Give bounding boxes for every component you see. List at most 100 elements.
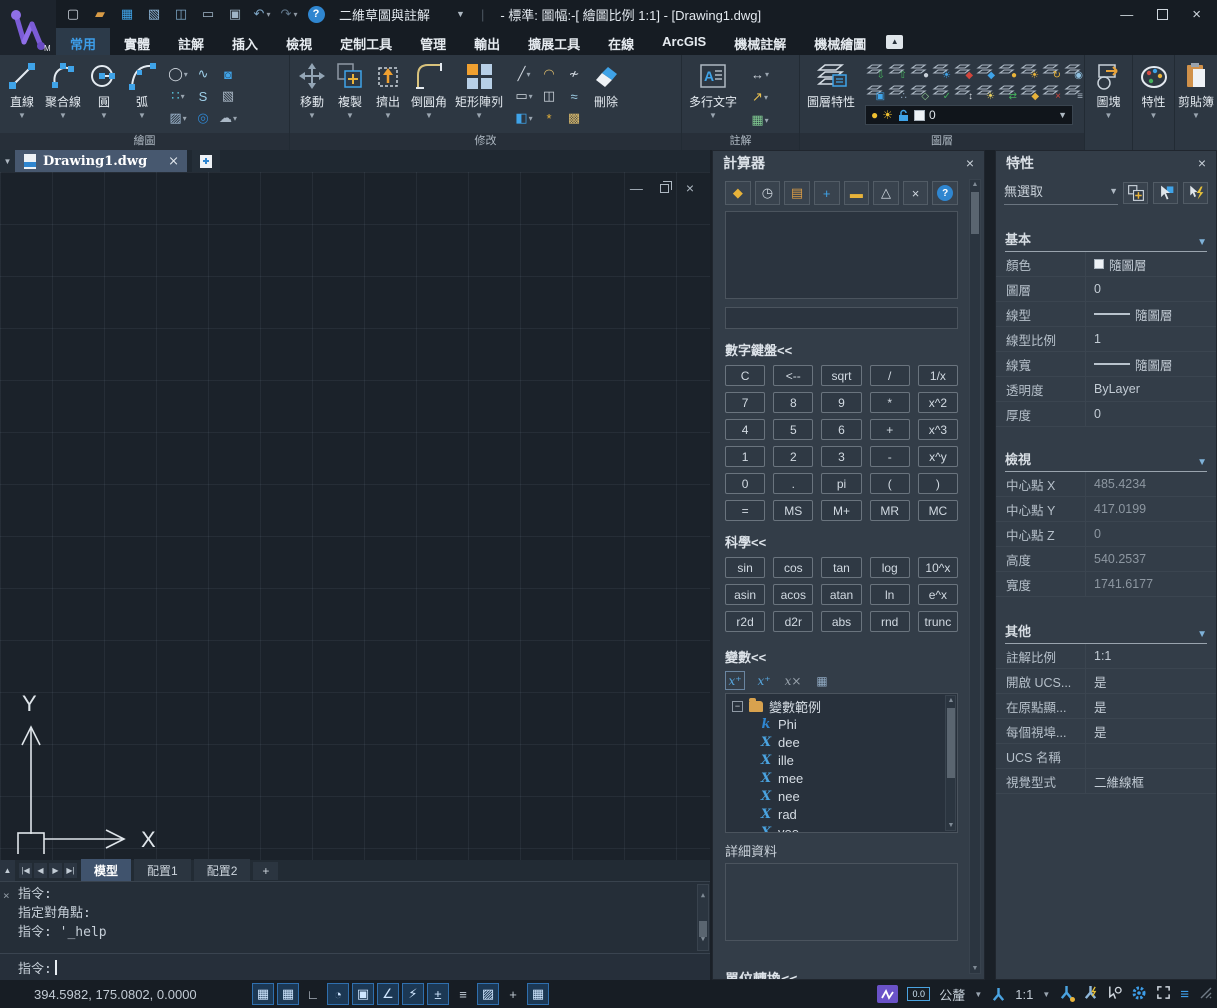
calc-key[interactable]: = <box>725 500 765 521</box>
chevron-down-icon[interactable]: ▼ <box>974 990 982 999</box>
calc-sci-key[interactable]: 10^x <box>918 557 958 578</box>
minimize-button[interactable]: — <box>1120 7 1133 22</box>
mtext-button[interactable]: A 多行文字▼ <box>685 57 741 120</box>
transparency-icon[interactable]: ≡ <box>452 983 474 1005</box>
ribbon-tab[interactable]: 註解 <box>164 28 218 55</box>
ribbon-tab[interactable]: 插入 <box>218 28 272 55</box>
calc-sci-key[interactable]: cos <box>773 557 813 578</box>
edit-variable-icon[interactable]: x⁺ <box>754 671 774 690</box>
spline-icon[interactable]: S▾ <box>192 87 214 105</box>
calc-key[interactable]: ) <box>918 473 958 494</box>
properties-panel-button[interactable]: 特性▼ <box>1135 57 1173 120</box>
calculator-history-box[interactable] <box>725 211 958 299</box>
auto-annotation-scale-icon[interactable] <box>1083 985 1098 1003</box>
calc-key[interactable]: 2 <box>773 446 813 467</box>
calc-key[interactable]: 9 <box>821 392 861 413</box>
line-button[interactable]: 直線▼ <box>3 57 41 120</box>
property-row[interactable]: 厚度 0 <box>996 402 1216 427</box>
variable-row[interactable]: k Phi <box>732 715 943 733</box>
copy-button[interactable]: 複製▼ <box>331 57 369 120</box>
calc-sci-key[interactable]: acos <box>773 584 813 605</box>
revision-cloud-icon[interactable]: ☁▾ <box>217 109 239 127</box>
calc-key[interactable]: 4 <box>725 419 765 440</box>
calculator-input-box[interactable] <box>725 307 958 329</box>
new-file-icon[interactable]: ▢▾ <box>64 4 82 24</box>
polar-tracking-icon[interactable]: ◔ <box>327 983 349 1005</box>
selection-dropdown[interactable]: 無選取 ▼ <box>1004 181 1118 205</box>
property-row[interactable]: 圖層 0 <box>996 277 1216 302</box>
new-layout-tab-button[interactable]: + <box>253 862 278 880</box>
copy-to-new-layer-icon[interactable]: ☀ <box>975 82 995 101</box>
ribbon-collapse-button[interactable]: ▲ <box>886 35 903 49</box>
redo-icon[interactable]: ↷▾ <box>280 4 298 24</box>
help-icon[interactable]: ? <box>307 4 325 24</box>
ribbon-tab[interactable]: 檢視 <box>272 28 326 55</box>
layer-isolate-icon[interactable]: ▣ <box>865 82 885 101</box>
scroll-down-icon[interactable]: ▼ <box>946 822 956 829</box>
layout-tab[interactable]: 模型 <box>81 859 131 882</box>
layer-walk-icon[interactable]: ∴ <box>887 82 907 101</box>
calc-sci-key[interactable]: abs <box>821 611 861 632</box>
layout-tab[interactable]: 配置1 <box>134 859 191 882</box>
revision-line-icon[interactable]: ∿▾ <box>192 65 214 83</box>
coordinates-readout[interactable]: 394.5982, 175.0802, 0.0000 <box>34 987 246 1002</box>
delete-variable-icon[interactable]: x× <box>783 671 803 690</box>
property-row[interactable]: 顏色 隨圖層 <box>996 252 1216 277</box>
layer-unlock-icon[interactable]: ◆ <box>975 61 995 80</box>
calc-sci-key[interactable]: e^x <box>918 584 958 605</box>
new-variable-icon[interactable]: x⁺ <box>725 671 745 690</box>
leader-icon[interactable]: ↗▾ <box>749 88 771 106</box>
calc-key[interactable]: + <box>870 419 910 440</box>
calc-key[interactable]: M+ <box>821 500 861 521</box>
ribbon-tab[interactable]: 機械註解 <box>720 28 800 55</box>
variables-section-header[interactable]: 變數<< <box>725 647 958 666</box>
layer-visibility-icon[interactable]: ◉ <box>1063 61 1083 80</box>
calc-key[interactable]: sqrt <box>821 365 861 386</box>
calc-sci-key[interactable]: rnd <box>870 611 910 632</box>
layer-delete-icon[interactable]: × <box>1041 82 1061 101</box>
layer-thaw-icon[interactable]: ☀ <box>1019 61 1039 80</box>
ribbon-tab[interactable]: 在線 <box>594 28 648 55</box>
calc-key[interactable]: 8 <box>773 392 813 413</box>
grid-display-icon[interactable]: ▦ <box>252 983 274 1005</box>
donut-icon[interactable]: ◎▾ <box>192 109 214 127</box>
ortho-mode-icon[interactable]: ∟ <box>302 983 324 1005</box>
layer-match-icon[interactable]: ✓ <box>931 82 951 101</box>
circle-button[interactable]: 圓▼ <box>85 57 123 120</box>
get-coordinates-icon[interactable]: + <box>814 181 840 205</box>
calc-key[interactable]: 0 <box>725 473 765 494</box>
calc-key[interactable]: 3 <box>821 446 861 467</box>
calc-key[interactable]: * <box>870 392 910 413</box>
calc-key[interactable]: 5 <box>773 419 813 440</box>
settings-gear-icon[interactable] <box>1131 985 1147 1004</box>
calc-sci-key[interactable]: sin <box>725 557 765 578</box>
section-view-header[interactable]: 檢視▼ <box>1005 449 1207 472</box>
calc-sci-key[interactable]: atan <box>821 584 861 605</box>
layout-tab[interactable]: 配置2 <box>194 859 251 882</box>
layer-select-dropdown[interactable]: ● ☀ 0 ▼ <box>865 105 1073 125</box>
hatch-icon[interactable]: ▨▾ <box>167 109 189 127</box>
doc-close-button[interactable]: × <box>686 180 694 196</box>
selection-cycling-icon[interactable]: + <box>502 983 524 1005</box>
calc-sci-key[interactable]: tan <box>821 557 861 578</box>
publish-icon[interactable]: ◫▾ <box>172 4 190 24</box>
arc-button[interactable]: 弧▼ <box>123 57 161 120</box>
object-snap-icon[interactable]: ▣ <box>352 983 374 1005</box>
property-row[interactable]: UCS 名稱 <box>996 744 1216 769</box>
paste-to-command-line-icon[interactable]: ▤ <box>784 181 810 205</box>
property-row[interactable]: 中心點 Y 417.0199 <box>996 497 1216 522</box>
angle-of-line-icon[interactable]: △ <box>873 181 899 205</box>
scroll-down-icon[interactable]: ▼ <box>698 930 708 949</box>
layer-tag-icon[interactable]: ◆ <box>1019 82 1039 101</box>
edit-polyline-icon[interactable]: ≁▾ <box>563 65 585 83</box>
calc-key[interactable]: x^y <box>918 446 958 467</box>
calc-sci-key[interactable]: d2r <box>773 611 813 632</box>
first-layout-button[interactable]: |◀ <box>19 863 32 878</box>
property-row[interactable]: 寬度 1741.6177 <box>996 572 1216 597</box>
calc-key[interactable]: / <box>870 365 910 386</box>
layer-off-icon[interactable]: ● <box>909 61 929 80</box>
object-snap-tracking-icon[interactable]: ∠ <box>377 983 399 1005</box>
calc-sci-key[interactable]: ln <box>870 584 910 605</box>
property-row[interactable]: 開啟 UCS... 是 <box>996 669 1216 694</box>
command-history[interactable]: × 指令:指定對角點:指令: '_help ▲ ▼ <box>0 881 710 953</box>
